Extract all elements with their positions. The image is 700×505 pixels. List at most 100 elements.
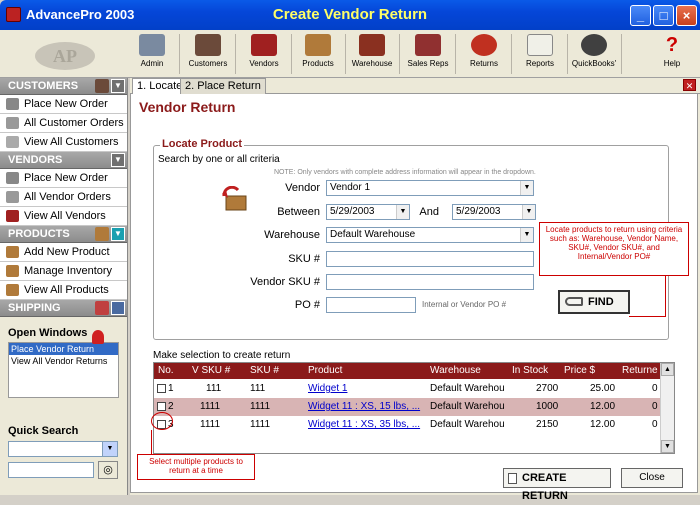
sidebar-item-view-all-customers[interactable]: View All Customers	[0, 133, 127, 152]
open-window-item[interactable]: View All Vendor Returns	[9, 355, 118, 367]
cell-product-link[interactable]: Widget 1	[308, 383, 347, 394]
toolbar-products[interactable]: Products	[292, 34, 346, 74]
close-window-button[interactable]: ×	[676, 5, 697, 26]
toolbar-warehouse[interactable]: Warehouse	[346, 34, 400, 74]
sidebar-item-all-vendor-orders[interactable]: All Vendor Orders	[0, 188, 127, 207]
binoculars-icon: ◎	[103, 464, 113, 476]
create-return-label: CREATE RETURN	[522, 472, 568, 502]
grid-scrollbar[interactable]: ▲ ▼	[660, 363, 674, 453]
sku-label: SKU #	[288, 253, 320, 265]
sidebar-item-vendor-place-new-order[interactable]: Place New Order	[0, 169, 127, 188]
collapse-arrow-icon[interactable]: ▼	[111, 153, 125, 167]
sidebar-item-view-all-vendors[interactable]: View All Vendors	[0, 207, 127, 226]
collapse-arrow-icon[interactable]: ▼	[111, 227, 125, 241]
group-title: Locate Product	[160, 138, 245, 150]
col-header-price[interactable]: Price $	[564, 365, 595, 376]
customer-list-icon	[6, 136, 19, 148]
toolbar-reports[interactable]: Reports	[514, 34, 568, 74]
product-grid: No. V SKU # SKU # Product Warehouse In S…	[153, 362, 675, 454]
tab-bar: 1. Locate 2. Place Return ✕	[130, 78, 700, 95]
toolbar-reports-label: Reports	[525, 59, 554, 68]
close-tab-icon[interactable]: ✕	[683, 79, 696, 91]
quick-search-input[interactable]	[8, 462, 94, 478]
toolbar-quickbooks-label: QuickBooks'	[571, 59, 617, 68]
quick-search-button[interactable]: ◎	[98, 461, 118, 479]
find-callout: Locate products to return using criteria…	[539, 222, 689, 276]
open-window-item[interactable]: Place Vendor Return	[9, 343, 118, 355]
table-row[interactable]: 3 1111 1111 Widget 11 : XS, 35 lbs, ... …	[154, 416, 662, 434]
quick-search-title: Quick Search	[8, 425, 79, 437]
po-input[interactable]	[326, 297, 416, 313]
products-icon	[95, 227, 109, 241]
table-row[interactable]: 1 111 111 Widget 1 Default Warehou 2700 …	[154, 380, 662, 398]
sidebar-item-customer-place-new-order[interactable]: Place New Order	[0, 95, 127, 114]
toolbar-help[interactable]: ? Help	[646, 34, 698, 68]
warehouse-select[interactable]: Default Warehouse ▼	[326, 227, 534, 243]
window-title: Create Vendor Return	[272, 6, 428, 23]
toolbar-quickbooks[interactable]: QuickBooks'	[568, 34, 622, 74]
sidebar-item-label: View All Vendors	[24, 210, 106, 222]
sidebar-item-add-new-product[interactable]: Add New Product	[0, 243, 127, 262]
scroll-down-icon[interactable]: ▼	[661, 440, 674, 453]
find-button[interactable]: FIND	[558, 290, 630, 314]
cell-vsku: 1111	[200, 419, 221, 430]
sku-input[interactable]	[326, 251, 534, 267]
table-row[interactable]: 2 1111 1111 Widget 11 : XS, 15 lbs, ... …	[154, 398, 662, 416]
pin-icon[interactable]	[92, 330, 104, 344]
find-button-label: FIND	[588, 296, 614, 308]
toolbar-products-label: Products	[302, 59, 334, 68]
vendor-select[interactable]: Vendor 1 ▼	[326, 180, 534, 196]
toolbar-sales-reps[interactable]: Sales Reps	[402, 34, 456, 74]
cell-product-link[interactable]: Widget 11 : XS, 15 lbs, ...	[308, 401, 420, 412]
callout-connector	[629, 316, 666, 317]
cell-returned: 0	[652, 419, 658, 430]
sidebar-item-view-all-products[interactable]: View All Products	[0, 281, 127, 300]
sidebar-section-shipping[interactable]: SHIPPING	[0, 300, 127, 317]
sidebar-item-label: View All Customers	[24, 136, 119, 148]
col-header-vsku[interactable]: V SKU #	[192, 365, 230, 376]
col-header-sku[interactable]: SKU #	[250, 365, 279, 376]
cell-product-link[interactable]: Widget 11 : XS, 35 lbs, ...	[308, 419, 420, 430]
toolbar-customers-label: Customers	[188, 59, 228, 68]
callout-connector	[665, 276, 666, 316]
sidebar-item-label: All Vendor Orders	[24, 191, 111, 203]
tab-place-return[interactable]: 2. Place Return	[180, 78, 266, 94]
advancepro-logo: AP	[35, 42, 95, 70]
col-header-no[interactable]: No.	[158, 365, 174, 376]
tab-locate[interactable]: 1. Locate	[132, 78, 188, 95]
sidebar-item-manage-inventory[interactable]: Manage Inventory	[0, 262, 127, 281]
sidebar-item-all-customer-orders[interactable]: All Customer Orders	[0, 114, 127, 133]
collapse-arrow-icon[interactable]: ▼	[111, 79, 125, 93]
cell-returned: 0	[652, 401, 658, 412]
vendor-sku-input[interactable]	[326, 274, 534, 290]
cell-vsku: 1111	[200, 401, 221, 412]
scroll-up-icon[interactable]: ▲	[661, 363, 674, 376]
cell-in-stock: 1000	[536, 401, 559, 412]
toolbar-vendors[interactable]: Vendors	[238, 34, 292, 74]
sidebar-section-products[interactable]: PRODUCTS ▼	[0, 226, 127, 243]
maximize-button[interactable]: □	[653, 5, 674, 26]
col-header-warehouse[interactable]: Warehouse	[430, 365, 481, 376]
sidebar-section-vendors[interactable]: VENDORS ▼	[0, 152, 127, 169]
chevron-down-icon: ▼	[520, 181, 533, 195]
row-checkbox[interactable]	[157, 402, 166, 411]
cell-price: 12.00	[590, 401, 616, 412]
sidebar-section-customers[interactable]: CUSTOMERS ▼	[0, 78, 127, 95]
quick-search-type-select[interactable]: ▼	[8, 441, 118, 457]
chevron-down-icon: ▼	[522, 205, 535, 219]
sales-reps-icon	[415, 34, 441, 56]
date-to-picker[interactable]: 5/29/2003 ▼	[452, 204, 536, 220]
cell-sku: 1111	[250, 401, 271, 412]
row-checkbox[interactable]	[157, 384, 166, 393]
collapse-arrow-icon[interactable]	[111, 301, 125, 315]
minimize-button[interactable]: _	[630, 5, 651, 26]
col-header-returned[interactable]: Returne	[622, 365, 658, 376]
toolbar-admin[interactable]: Admin	[126, 34, 180, 74]
col-header-in-stock[interactable]: In Stock	[512, 365, 548, 376]
vendor-value: Vendor 1	[330, 182, 371, 193]
toolbar-returns[interactable]: Returns	[458, 34, 512, 74]
close-button[interactable]: Close	[621, 468, 683, 488]
toolbar-customers[interactable]: Customers	[182, 34, 236, 74]
col-header-product[interactable]: Product	[308, 365, 342, 376]
create-return-button[interactable]: CREATE RETURN	[503, 468, 611, 502]
